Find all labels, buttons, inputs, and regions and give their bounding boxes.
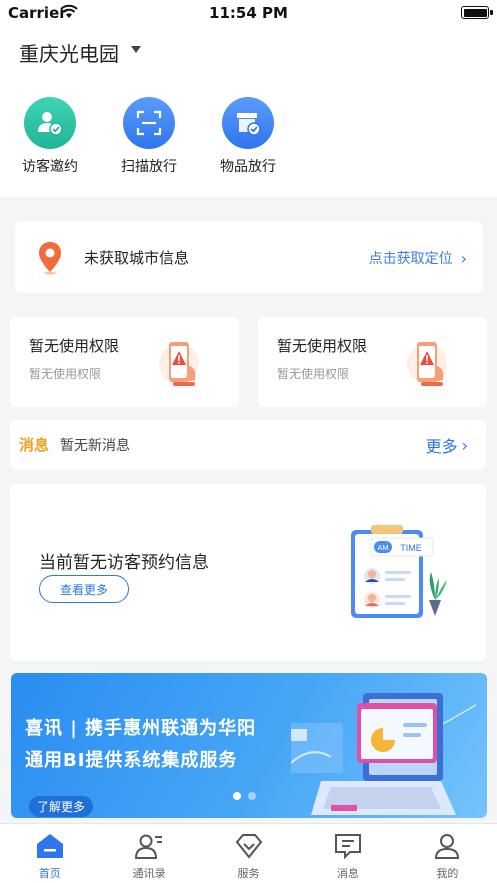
banner-headline-line1: 喜讯 | 携手惠州联通为华阳 — [25, 718, 257, 739]
laptop-illustration — [291, 693, 477, 815]
am-badge: AM — [377, 543, 388, 552]
chevron-right-icon: › — [460, 248, 467, 268]
message-more-label: 更多 — [425, 437, 458, 456]
tab-service[interactable]: 服务 — [199, 824, 298, 883]
visitor-schedule-illustration: AM TIME — [351, 525, 447, 618]
tab-label: 通讯录 — [132, 867, 166, 880]
tab-label: 服务 — [237, 867, 260, 880]
message-icon — [298, 832, 397, 860]
permission-subtitle: 暂无使用权限 — [277, 367, 350, 381]
status-time: 11:54 PM — [209, 4, 288, 22]
get-location-label: 点击获取定位 — [368, 251, 453, 267]
quick-action-scan[interactable]: 扫描放行 — [109, 97, 189, 176]
location-pin-icon — [39, 242, 61, 275]
phone-warning-icon — [159, 342, 199, 386]
caret-down-icon — [131, 46, 141, 53]
tab-contacts[interactable]: 通讯录 — [99, 824, 198, 883]
view-more-button[interactable]: 查看更多 — [39, 575, 129, 603]
message-bar[interactable]: 消息 暂无新消息 更多 › — [10, 420, 486, 470]
time-badge: TIME — [400, 543, 422, 553]
visitor-status: 当前暂无访客预约信息 — [39, 553, 209, 573]
quick-action-label: 扫描放行 — [121, 159, 177, 175]
learn-more-button[interactable]: 了解更多 — [29, 796, 94, 817]
tab-messages[interactable]: 消息 — [298, 824, 397, 883]
location-card[interactable]: 未获取城市信息 点击获取定位 › — [15, 221, 483, 293]
tab-label: 消息 — [336, 867, 359, 880]
tab-label: 我的 — [436, 867, 459, 880]
quick-action-visitor-invite[interactable]: 访客邀约 — [10, 97, 90, 176]
carousel-dot[interactable] — [248, 792, 256, 800]
carousel-indicator — [233, 792, 256, 800]
permission-subtitle: 暂无使用权限 — [29, 367, 102, 381]
quick-action-goods-release[interactable]: 物品放行 — [208, 97, 288, 176]
phone-warning-icon — [407, 342, 447, 386]
carousel-dot-active[interactable] — [233, 792, 241, 800]
banner-headline-line2: 通用BI提供系统集成服务 — [25, 750, 238, 771]
scan-icon — [123, 97, 175, 149]
visitor-invite-icon — [24, 97, 76, 149]
contacts-icon — [99, 832, 198, 860]
goods-release-icon — [222, 97, 274, 149]
message-tag: 消息 — [19, 436, 50, 454]
tab-label: 首页 — [38, 867, 61, 880]
profile-icon — [398, 832, 497, 860]
status-bar: Carrier 11:54 PM — [0, 0, 497, 26]
permission-title: 暂无使用权限 — [29, 337, 120, 355]
quick-action-label: 物品放行 — [220, 159, 276, 175]
home-icon — [0, 832, 99, 860]
bottom-tab-bar: 首页 通讯录 服务 消息 我的 — [0, 823, 497, 883]
chevron-right-icon: › — [461, 435, 468, 455]
message-more-link[interactable]: 更多 › — [426, 433, 468, 457]
tab-home[interactable]: 首页 — [0, 824, 99, 883]
park-name: 重庆光电园 — [19, 42, 119, 66]
permission-card[interactable]: 暂无使用权限 暂无使用权限 — [258, 317, 487, 407]
park-selector[interactable]: 重庆光电园 — [19, 38, 141, 67]
quick-action-label: 访客邀约 — [22, 159, 78, 175]
message-text: 暂无新消息 — [60, 438, 130, 454]
battery-icon — [461, 6, 493, 19]
permission-card[interactable]: 暂无使用权限 暂无使用权限 — [10, 317, 239, 407]
location-status: 未获取城市信息 — [84, 249, 190, 267]
get-location-link[interactable]: 点击获取定位 › — [369, 248, 467, 268]
tab-profile[interactable]: 我的 — [398, 824, 497, 883]
permission-title: 暂无使用权限 — [277, 337, 368, 355]
visitor-card: 当前暂无访客预约信息 查看更多 AM TIME — [10, 484, 486, 661]
service-icon — [199, 832, 298, 860]
promo-banner[interactable]: 喜讯 | 携手惠州联通为华阳 通用BI提供系统集成服务 了解更多 — [11, 673, 487, 818]
